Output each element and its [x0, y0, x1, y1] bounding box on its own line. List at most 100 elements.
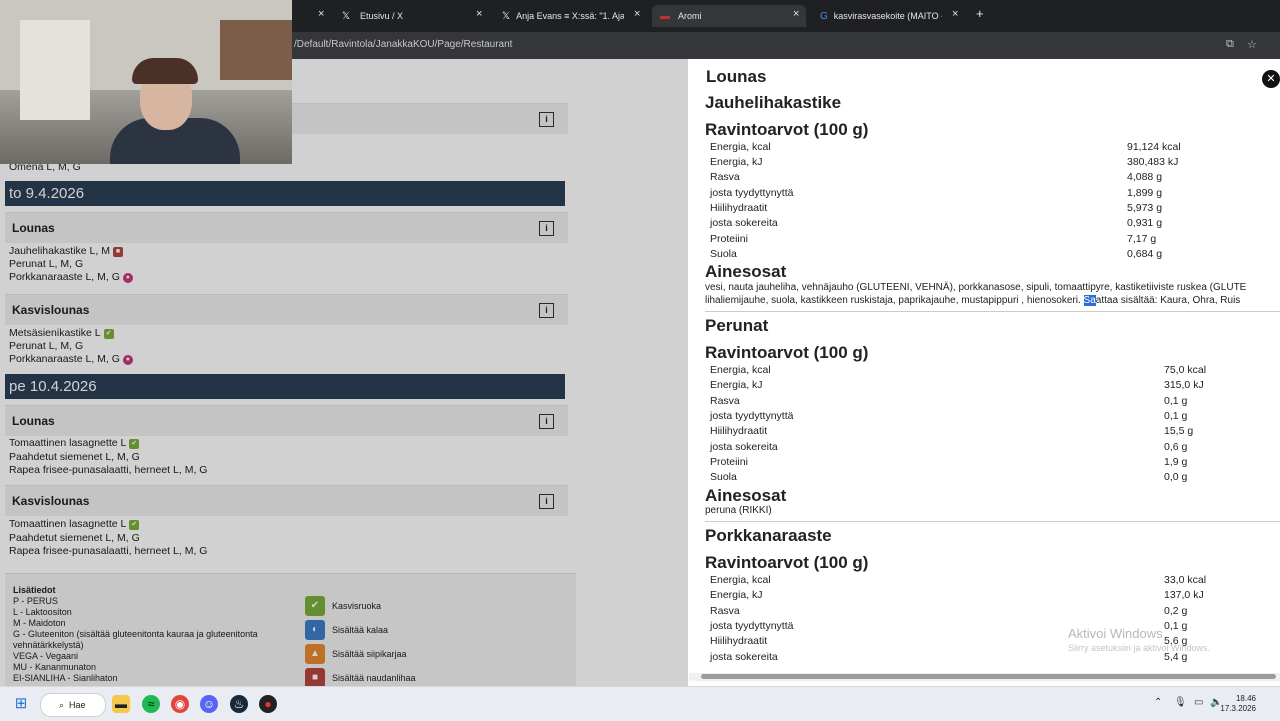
nutrient-name: Rasva: [710, 605, 740, 617]
tab-aromi[interactable]: ▬ Aromi: [652, 5, 806, 27]
tab-close-icon[interactable]: ×: [318, 8, 324, 20]
tab-title: Aromi: [678, 11, 702, 21]
info-icon[interactable]: i: [539, 303, 554, 318]
nutrient-value: 0,1 g: [1164, 620, 1188, 632]
spotify-icon[interactable]: ≈: [142, 695, 160, 713]
windows-taskbar: ⊞ ⌕ Hae ▬ ≈ ◉ ☺ ♨ ● ⌃ 🎙 ▭ 🔈 18.46 17.3.20…: [0, 686, 1280, 721]
dish-name: Tomaattinen lasagnette L: [9, 518, 127, 530]
microphone-icon[interactable]: 🎙: [1174, 697, 1187, 708]
ingredients-text: peruna (RIKKI): [705, 505, 772, 516]
nutrient-value: 315,0 kJ: [1164, 379, 1204, 391]
poultry-icon: ▲: [305, 644, 325, 664]
tab-x-home[interactable]: 𝕏 Etusivu / X: [334, 5, 484, 27]
obs-icon[interactable]: ●: [259, 695, 277, 713]
nutrition-row: Suola 0,684 g: [710, 248, 1270, 260]
webcam-person-hair: [132, 58, 198, 84]
legend-item: ▲ Sisältää siipikarjaa: [305, 644, 407, 664]
translate-icon[interactable]: ⧉: [1226, 38, 1234, 51]
dish-title: Porkkanaraaste: [705, 526, 832, 545]
info-icon[interactable]: i: [539, 221, 554, 236]
nutrient-name: Proteiini: [710, 233, 748, 245]
windows-start-icon[interactable]: ⊞: [12, 695, 30, 713]
close-icon[interactable]: ✕: [1262, 70, 1280, 88]
nutrient-value: 5,973 g: [1127, 202, 1163, 214]
tray-chevron-icon[interactable]: ⌃: [1154, 697, 1162, 708]
leaf-icon: ✔: [103, 329, 114, 339]
dish-item: Paahdetut siemenet L, M, G: [9, 451, 140, 463]
ingredients-segment: attaa sisältää: Kaura, Ohra, Ruis: [1095, 295, 1241, 306]
dish-name: Metsäsienikastike L: [9, 327, 101, 339]
nutrient-name: Energia, kcal: [710, 141, 771, 153]
info-icon[interactable]: i: [539, 112, 554, 127]
horizontal-scrollbar[interactable]: [689, 673, 1280, 681]
nutrition-title: Ravintoarvot (100 g): [705, 120, 869, 139]
bookmark-star-icon[interactable]: ☆: [1247, 38, 1257, 51]
nutrient-name: josta sokereita: [710, 651, 778, 663]
aromi-icon: ▬: [660, 10, 670, 22]
nutrition-row: Suola 0,0 g: [710, 471, 1270, 483]
ingredients-segment: lihaliemijauhe, suola, kastikkeen ruskis…: [705, 295, 1084, 306]
legend-item: ■ Sisältää naudanlihaa: [305, 668, 416, 688]
clock-date: 17.3.2026: [1220, 704, 1256, 713]
leaf-icon: ✔: [129, 520, 140, 530]
url-field[interactable]: /Default/Ravintola/JanakkaKOU/Page/Resta…: [294, 39, 512, 50]
leaf-icon: ✔: [305, 596, 325, 616]
nutrient-name: Suola: [710, 248, 737, 260]
nutrient-value: 7,17 g: [1127, 233, 1157, 245]
steam-icon[interactable]: ♨: [230, 695, 248, 713]
nutrient-name: Proteiini: [710, 456, 748, 468]
legend-label: Sisältää kalaa: [332, 625, 389, 635]
legend-item: ✔ Kasvisruoka: [305, 596, 381, 616]
info-icon[interactable]: i: [539, 494, 554, 509]
nutrient-name: josta sokereita: [710, 441, 778, 453]
nutrient-name: Rasva: [710, 171, 740, 183]
legend-code: P - PERUS: [13, 596, 58, 606]
search-label: Hae: [69, 700, 86, 710]
nutrition-row: Energia, kJ 137,0 kJ: [710, 589, 1270, 601]
nutrient-name: Hiilihydraatit: [710, 202, 768, 214]
legend-item: ◐ Sisältää kalaa: [305, 620, 388, 640]
legend-label: Sisältää siipikarjaa: [332, 649, 407, 659]
google-icon: G: [820, 10, 828, 22]
tab-title: kasvirasvasekoite (MAITO - Goo: [833, 11, 942, 21]
nutrient-name: Hiilihydraatit: [710, 635, 768, 647]
nutrient-name: Energia, kJ: [710, 379, 763, 391]
x-logo-icon: 𝕏: [502, 10, 511, 22]
chrome-icon[interactable]: ◉: [171, 695, 189, 713]
nutrient-value: 33,0 kcal: [1164, 574, 1207, 586]
nutrition-row: Rasva 0,2 g: [710, 605, 1270, 617]
tab-close-icon[interactable]: ×: [793, 8, 799, 20]
ingredients-text: vesi, nauta jauheliha, vehnäjauho (GLUTE…: [705, 282, 1247, 293]
dish-item: Metsäsienikastike L ✔: [9, 327, 114, 339]
day-header: to 9.4.2026: [5, 181, 565, 206]
tab-close-icon[interactable]: ×: [952, 8, 958, 20]
legend-code: L - Laktoositon: [13, 607, 72, 617]
tab-google[interactable]: G kasvirasvasekoite (MAITO - Goo: [812, 5, 942, 27]
tab-close-icon[interactable]: ×: [476, 8, 482, 20]
file-explorer-icon[interactable]: ▬: [112, 695, 130, 713]
ingredients-title: Ainesosat: [705, 486, 787, 505]
nutrition-row: josta tyydyttynyttä 0,1 g: [710, 620, 1270, 632]
info-icon[interactable]: i: [539, 414, 554, 429]
fish-icon: ◐: [305, 620, 325, 640]
nutrition-row: Hiilihydraatit 5,973 g: [710, 202, 1270, 214]
taskbar-search[interactable]: ⌕ Hae: [40, 693, 106, 717]
discord-icon[interactable]: ☺: [200, 695, 218, 713]
legend-code: EI-SIANLIHA - Sianlihaton: [13, 673, 118, 683]
new-tab-button[interactable]: +: [976, 6, 984, 21]
meal-header: Lounas i: [5, 212, 568, 243]
beef-icon: ■: [305, 668, 325, 688]
scrollbar-thumb[interactable]: [701, 674, 1276, 679]
tab-close-icon[interactable]: ×: [634, 8, 640, 20]
x-logo-icon: 𝕏: [342, 10, 351, 22]
nutrient-value: 1,9 g: [1164, 456, 1188, 468]
meal-title: Lounas: [12, 221, 55, 235]
tab-x-post[interactable]: 𝕏 Anja Evans ≡ X:ssä: "1. Aja alas: [494, 5, 624, 27]
system-clock[interactable]: 18.46 17.3.2026: [1220, 694, 1256, 714]
dish-item: Perunat L, M, G: [9, 258, 84, 270]
nutrient-value: 1,899 g: [1127, 187, 1163, 199]
nutrition-row: Energia, kJ 380,483 kJ: [710, 156, 1270, 168]
nutrition-row: Energia, kcal 91,124 kcal: [710, 141, 1270, 153]
nutrient-name: josta tyydyttynyttä: [710, 620, 794, 632]
network-icon[interactable]: ▭: [1194, 697, 1203, 708]
